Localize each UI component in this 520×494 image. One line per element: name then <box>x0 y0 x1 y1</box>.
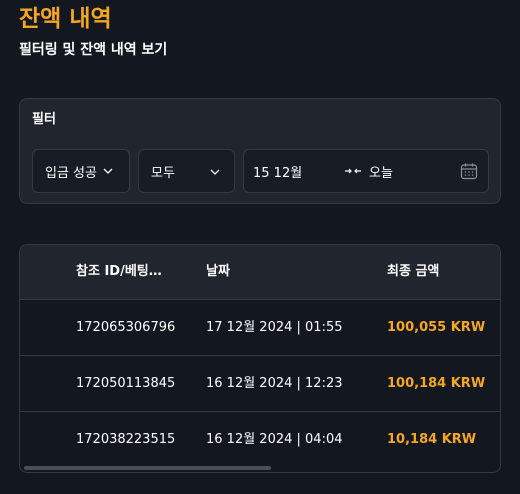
reference-id: 172065306796 <box>76 320 176 335</box>
date-range-picker[interactable]: 15 12월 오늘 <box>243 149 489 193</box>
final-amount: 10,184 KRW <box>387 432 477 447</box>
type-dropdown-value: 모두 <box>151 165 175 181</box>
final-amount: 100,055 KRW <box>387 320 486 335</box>
calendar-icon[interactable] <box>460 162 478 184</box>
column-header-amount[interactable]: 최종 금액 <box>387 263 439 281</box>
range-arrows-icon <box>345 165 361 178</box>
date-from[interactable]: 15 12월 <box>253 162 345 181</box>
chevron-down-icon <box>210 164 220 179</box>
page-title: 잔액 내역 <box>19 6 112 32</box>
column-header-reference[interactable]: 참조 ID/베팅… <box>76 263 162 281</box>
final-amount: 100,184 KRW <box>387 376 486 391</box>
table-row[interactable]: 172038223515 16 12월 2024 | 04:04 10,184 … <box>20 412 500 468</box>
filter-panel: 필터 입금 성공 모두 15 12월 오늘 <box>19 98 501 204</box>
chevron-down-icon <box>103 168 113 174</box>
reference-id: 172038223515 <box>76 432 176 447</box>
table-header: 참조 ID/베팅… 날짜 최종 금액 <box>20 245 500 300</box>
table-row[interactable]: 172065306796 17 12월 2024 | 01:55 100,055… <box>20 300 500 356</box>
column-header-date[interactable]: 날짜 <box>206 263 230 281</box>
transaction-date: 16 12월 2024 | 04:04 <box>206 432 343 447</box>
transaction-date: 16 12월 2024 | 12:23 <box>206 376 343 391</box>
filter-title: 필터 <box>32 112 56 127</box>
transaction-date: 17 12월 2024 | 01:55 <box>206 320 343 335</box>
balance-history-table: 참조 ID/베팅… 날짜 최종 금액 172065306796 17 12월 2… <box>19 244 501 473</box>
status-dropdown[interactable]: 입금 성공 <box>32 149 130 193</box>
status-dropdown-value: 입금 성공 <box>45 165 97 181</box>
reference-id: 172050113845 <box>76 376 176 391</box>
page-subtitle: 필터링 및 잔액 내역 보기 <box>19 42 168 58</box>
table-row[interactable]: 172050113845 16 12월 2024 | 12:23 100,184… <box>20 356 500 412</box>
horizontal-scrollbar[interactable] <box>24 466 271 470</box>
type-dropdown[interactable]: 모두 <box>138 149 235 193</box>
